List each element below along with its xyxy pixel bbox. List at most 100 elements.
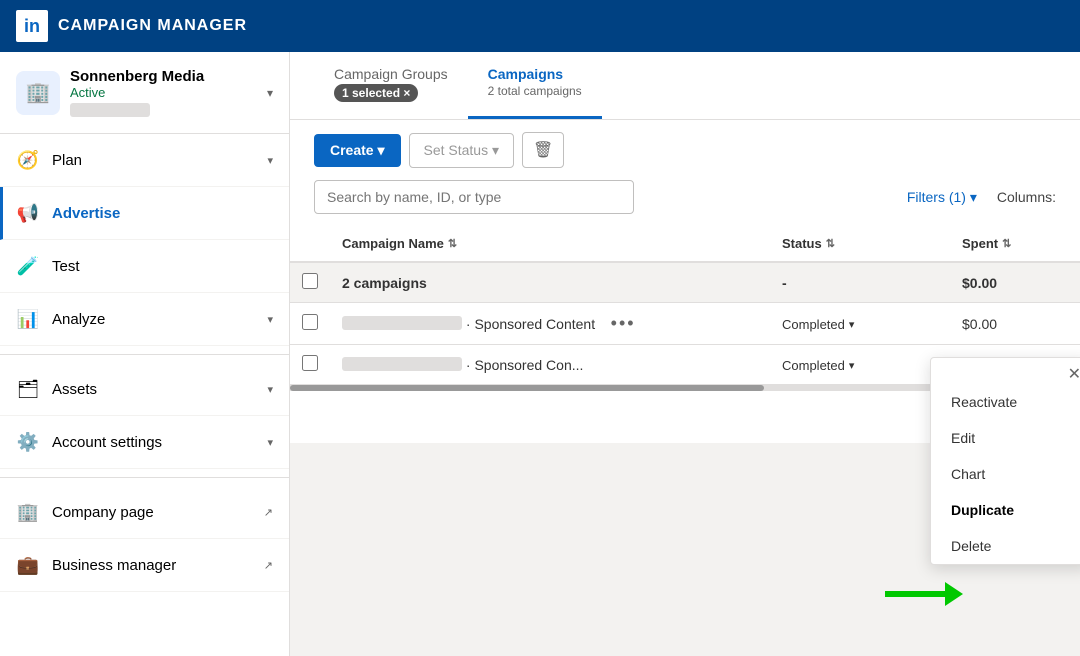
row2-type: · Sponsored Con...: [466, 357, 584, 373]
analyze-chevron-icon: ▾: [267, 313, 273, 326]
delete-icon: 🗑: [533, 142, 553, 159]
sidebar-item-label-plan: Plan: [52, 152, 255, 169]
sidebar-item-label-account-settings: Account settings: [52, 434, 255, 451]
content-area: Campaign Groups 1 selected × Campaigns 2…: [290, 52, 1080, 656]
group-row-spent: $0.00: [950, 262, 1080, 303]
advertise-icon: 📢: [16, 201, 40, 225]
sidebar-item-label-business-manager: Business manager: [52, 557, 252, 574]
account-name: Sonnenberg Media: [70, 68, 257, 85]
app-title: CAMPAIGN MANAGER: [58, 17, 247, 35]
context-menu: ✕ Reactivate Edit Chart Duplicate Delete: [930, 357, 1080, 565]
group-row-name: 2 campaigns: [330, 262, 770, 303]
green-arrow: [885, 582, 963, 606]
test-icon: 🧪: [16, 254, 40, 278]
create-button[interactable]: Create ▾: [314, 134, 401, 167]
th-status[interactable]: Status ⇅: [770, 226, 950, 262]
context-item-reactivate[interactable]: Reactivate: [931, 384, 1080, 420]
sidebar-item-label-advertise: Advertise: [52, 205, 273, 222]
search-input[interactable]: [314, 180, 634, 214]
row1-status-chevron-icon[interactable]: ▾: [849, 318, 855, 331]
campaign-groups-selected-badge: 1 selected ×: [334, 84, 418, 102]
company-page-icon: 🏢: [16, 500, 40, 524]
row1-name-blurred: [342, 316, 462, 330]
group-row-status: -: [770, 262, 950, 303]
sort-icon-status: ⇅: [826, 237, 835, 250]
th-spent[interactable]: Spent ⇅: [950, 226, 1080, 262]
row1-status-cell: Completed ▾: [770, 303, 950, 345]
top-nav: in CAMPAIGN MANAGER: [0, 0, 1080, 52]
account-settings-icon: ⚙️: [16, 430, 40, 454]
row2-name-cell: · Sponsored Con...: [330, 345, 770, 385]
analyze-icon: 📊: [16, 307, 40, 331]
account-chevron-icon[interactable]: ▾: [267, 86, 273, 100]
context-item-edit[interactable]: Edit: [931, 420, 1080, 456]
sidebar-item-analyze[interactable]: 📊 Analyze ▾: [0, 293, 289, 346]
sidebar-item-plan[interactable]: 🧭 Plan ▾: [0, 134, 289, 187]
row1-type: · Sponsored Content: [466, 316, 595, 332]
tab-campaigns[interactable]: Campaigns 2 total campaigns: [468, 52, 602, 119]
sort-icon-spent: ⇅: [1002, 237, 1011, 250]
linkedin-icon: in: [16, 10, 48, 42]
tab-campaign-groups[interactable]: Campaign Groups 1 selected ×: [314, 52, 468, 119]
sidebar: 🏢 Sonnenberg Media Active ▾ 🧭 Plan ▾ 📢 A…: [0, 52, 290, 656]
filters-button[interactable]: Filters (1) ▾: [907, 189, 977, 206]
context-item-chart[interactable]: Chart: [931, 456, 1080, 492]
context-menu-header: ✕: [931, 358, 1080, 384]
account-status: Active: [70, 85, 257, 100]
business-manager-icon: 💼: [16, 553, 40, 577]
main-layout: 🏢 Sonnenberg Media Active ▾ 🧭 Plan ▾ 📢 A…: [0, 52, 1080, 656]
search-bar-row: Filters (1) ▾ Columns:: [290, 180, 1080, 226]
plan-icon: 🧭: [16, 148, 40, 172]
company-page-external-icon: ↗: [264, 506, 273, 519]
sidebar-item-label-analyze: Analyze: [52, 311, 255, 328]
row1-checkbox[interactable]: [302, 314, 318, 330]
tab-campaign-groups-label: Campaign Groups: [334, 66, 448, 82]
filters-label: Filters (1) ▾: [907, 189, 977, 206]
set-status-button[interactable]: Set Status ▾: [409, 133, 515, 168]
row2-name-blurred: [342, 357, 462, 371]
account-info: Sonnenberg Media Active: [70, 68, 257, 117]
table-row: · Sponsored Content ••• Completed ▾ $0.0…: [290, 303, 1080, 345]
row1-spent: $0.00: [950, 303, 1080, 345]
account-avatar: 🏢: [16, 71, 60, 115]
context-close-button[interactable]: ✕: [1068, 364, 1080, 384]
sidebar-item-advertise[interactable]: 📢 Advertise: [0, 187, 289, 240]
sidebar-item-assets[interactable]: 🗂 Assets ▾: [0, 363, 289, 416]
sidebar-item-label-test: Test: [52, 258, 273, 275]
nav-divider-2: [0, 477, 289, 478]
tabs-bar: Campaign Groups 1 selected × Campaigns 2…: [290, 52, 1080, 120]
sidebar-item-company-page[interactable]: 🏢 Company page ↗: [0, 486, 289, 539]
assets-chevron-icon: ▾: [267, 383, 273, 396]
row1-name-cell: · Sponsored Content •••: [330, 303, 770, 345]
context-item-duplicate[interactable]: Duplicate: [931, 492, 1080, 528]
tab-campaigns-label: Campaigns: [488, 66, 582, 82]
row2-status-chevron-icon[interactable]: ▾: [849, 359, 855, 372]
delete-button[interactable]: 🗑: [522, 132, 564, 168]
toolbar: Create ▾ Set Status ▾ 🗑: [290, 120, 1080, 180]
sidebar-item-label-assets: Assets: [52, 381, 255, 398]
group-checkbox[interactable]: [302, 273, 318, 289]
th-checkbox: [290, 226, 330, 262]
row2-checkbox[interactable]: [302, 355, 318, 371]
sidebar-item-label-company-page: Company page: [52, 504, 252, 521]
app-logo: in CAMPAIGN MANAGER: [16, 10, 247, 42]
account-settings-chevron-icon: ▾: [267, 436, 273, 449]
assets-icon: 🗂: [16, 377, 40, 401]
row1-more-button[interactable]: •••: [611, 313, 636, 333]
arrow-head: [945, 582, 963, 606]
columns-label: Columns:: [997, 189, 1056, 205]
sidebar-item-account-settings[interactable]: ⚙️ Account settings ▾: [0, 416, 289, 469]
sort-icon-name: ⇅: [448, 237, 457, 250]
row1-status-badge: Completed ▾: [782, 317, 854, 332]
row2-status-cell: Completed ▾: [770, 345, 950, 385]
sidebar-item-test[interactable]: 🧪 Test: [0, 240, 289, 293]
arrow-line: [885, 591, 945, 597]
row2-status-badge: Completed ▾: [782, 358, 854, 373]
context-item-delete[interactable]: Delete: [931, 528, 1080, 564]
table-group-row: 2 campaigns - $0.00: [290, 262, 1080, 303]
th-campaign-name[interactable]: Campaign Name ⇅: [330, 226, 770, 262]
sidebar-item-business-manager[interactable]: 💼 Business manager ↗: [0, 539, 289, 592]
account-section: 🏢 Sonnenberg Media Active ▾: [0, 52, 289, 134]
tab-campaigns-sub: 2 total campaigns: [488, 84, 582, 98]
account-id-blurred: [70, 103, 150, 117]
